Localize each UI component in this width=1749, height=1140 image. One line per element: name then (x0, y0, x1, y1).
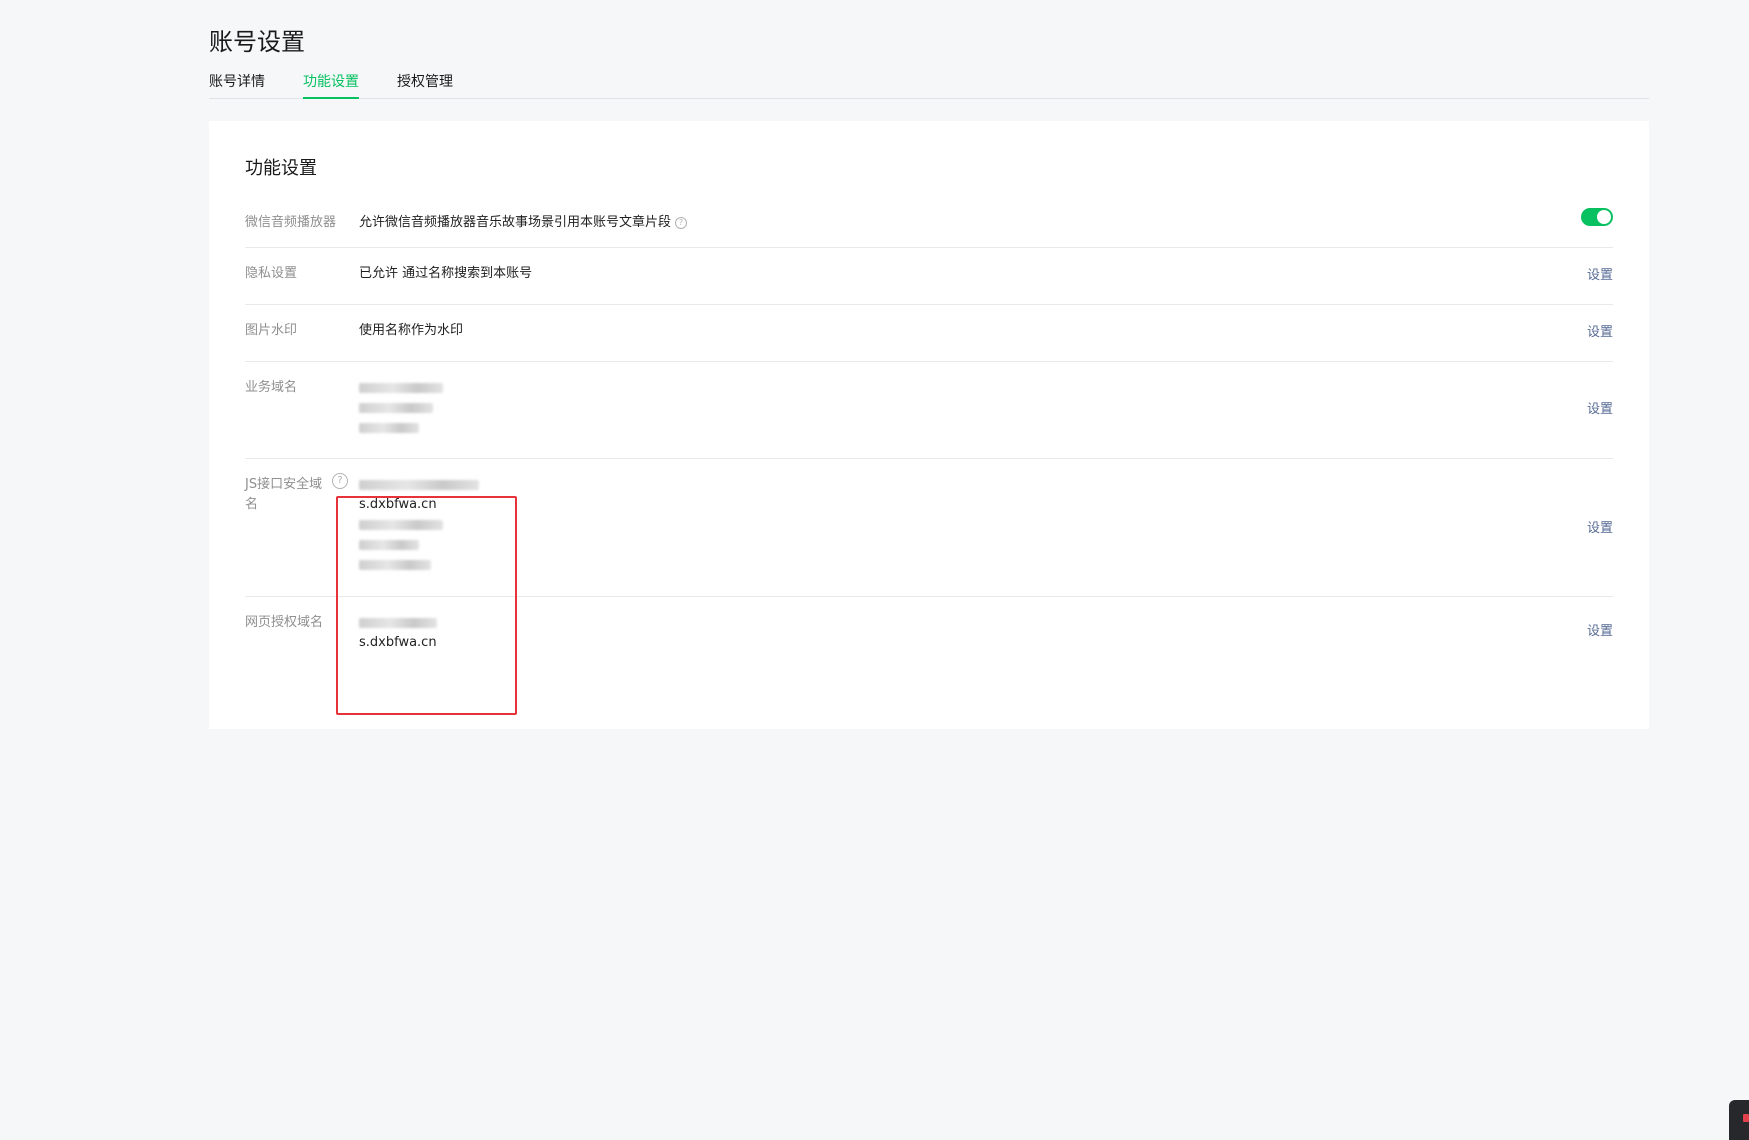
highlight-annotation-box (336, 496, 517, 715)
audio-player-toggle[interactable] (1581, 208, 1613, 226)
row-label: 网页授权域名 (245, 615, 324, 630)
privacy-settings-link[interactable]: 设置 (1587, 264, 1613, 283)
settings-row-privacy: 隐私设置 已允许 通过名称搜索到本账号 设置 (245, 248, 1613, 305)
page-title: 账号设置 (209, 28, 305, 56)
row-value: 已允许 通过名称搜索到本账号 (359, 266, 533, 281)
tab-authorization-management[interactable]: 授权管理 (397, 74, 453, 98)
help-icon[interactable]: ? (332, 473, 348, 489)
tab-account-details[interactable]: 账号详情 (209, 74, 265, 98)
tab-feature-settings[interactable]: 功能设置 (303, 74, 359, 99)
settings-row-watermark: 图片水印 使用名称作为水印 设置 (245, 305, 1613, 362)
audio-player-description: 允许微信音频播放器音乐故事场景引用本账号文章片段 (359, 215, 672, 230)
oauth-domain-settings-link[interactable]: 设置 (1587, 620, 1613, 639)
toggle-knob (1597, 210, 1611, 224)
row-label: 业务域名 (245, 380, 298, 395)
floating-widget-icon[interactable] (1729, 1100, 1749, 1140)
row-label: 隐私设置 (245, 266, 298, 281)
business-domain-settings-link[interactable]: 设置 (1587, 398, 1613, 417)
blurred-domain (359, 475, 479, 495)
tab-bar: 账号详情 功能设置 授权管理 (209, 74, 1649, 99)
settings-row-business-domain: 业务域名 设置 (245, 362, 1613, 459)
blurred-domain (359, 378, 443, 398)
watermark-settings-link[interactable]: 设置 (1587, 321, 1613, 340)
row-value: 使用名称作为水印 (359, 323, 464, 338)
section-title: 功能设置 (245, 158, 317, 179)
blurred-domain (359, 398, 443, 418)
settings-row-audio-player: 微信音频播放器 允许微信音频播放器音乐故事场景引用本账号文章片段? (245, 201, 1613, 248)
row-value: 允许微信音频播放器音乐故事场景引用本账号文章片段? (359, 213, 688, 233)
domain-list (359, 378, 443, 438)
row-label: 微信音频播放器 (245, 215, 337, 230)
blurred-domain (359, 418, 443, 438)
row-label: 图片水印 (245, 323, 298, 338)
row-label: JS接口安全域名 (245, 477, 323, 512)
help-icon[interactable]: ? (675, 216, 688, 229)
js-domain-settings-link[interactable]: 设置 (1587, 517, 1613, 536)
